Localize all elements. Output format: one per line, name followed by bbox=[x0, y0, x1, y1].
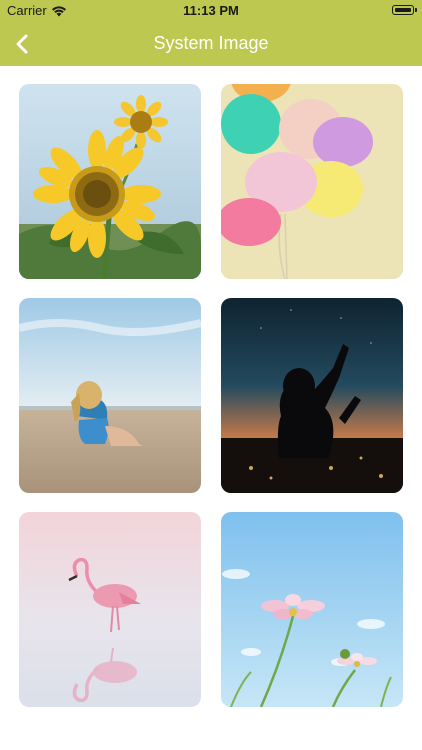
sunflower-image bbox=[19, 84, 201, 279]
cosmos-flowers-image bbox=[221, 512, 403, 707]
navigation-bar: System Image bbox=[0, 22, 422, 66]
image-tile-flamingo[interactable] bbox=[19, 512, 201, 707]
flamingo-image bbox=[19, 512, 201, 707]
page-title: System Image bbox=[153, 33, 269, 53]
image-tile-sunflower[interactable] bbox=[19, 84, 201, 279]
status-time: 11:13 PM bbox=[183, 3, 239, 18]
image-tile-cosmos-flowers[interactable] bbox=[221, 512, 403, 707]
silhouette-sunset-image bbox=[221, 298, 403, 493]
girl-on-beach-image bbox=[19, 298, 201, 493]
balloons-image bbox=[221, 84, 403, 279]
battery-icon bbox=[392, 5, 417, 15]
image-tile-silhouette-sunset[interactable] bbox=[221, 298, 403, 493]
image-tile-balloons[interactable] bbox=[221, 84, 403, 279]
image-tile-girl-on-beach[interactable] bbox=[19, 298, 201, 493]
status-bar: Carrier 11:13 PM bbox=[0, 0, 422, 22]
